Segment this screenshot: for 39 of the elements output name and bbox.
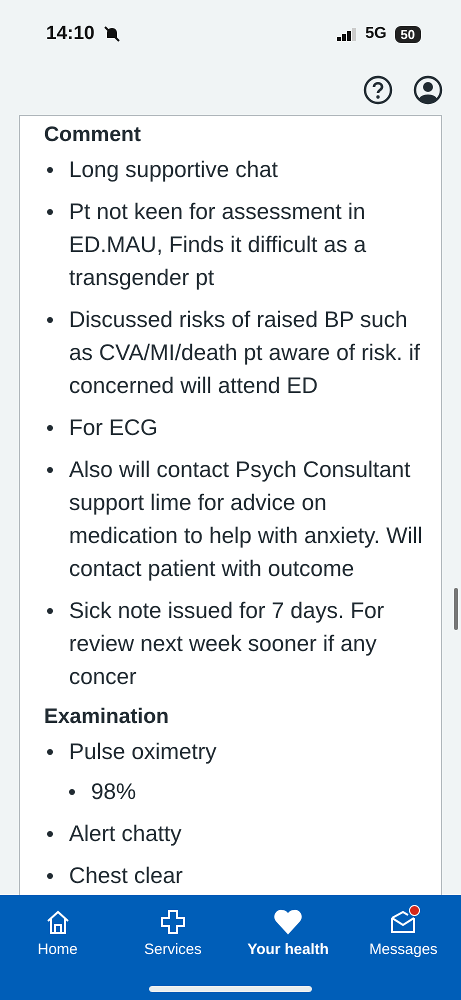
list-item-text: Pulse oximetry <box>69 738 217 766</box>
bullet-icon <box>47 467 53 473</box>
nav-label: Home <box>38 941 78 958</box>
scrollbar <box>454 588 458 630</box>
bullet-icon <box>47 317 53 323</box>
nav-label: Your health <box>247 941 329 958</box>
list-item-text: For ECG <box>69 414 158 442</box>
nav-label: Messages <box>369 941 438 958</box>
nav-tab[interactable]: Home <box>0 907 116 958</box>
bullet-icon <box>47 873 53 879</box>
bullet-icon <box>69 789 75 795</box>
bullet-icon <box>47 831 53 837</box>
bullet-icon <box>47 209 53 215</box>
nav-label: Services <box>144 941 202 958</box>
list-item-text: Alert chatty <box>69 820 182 848</box>
bullet-icon <box>47 608 53 614</box>
bullet-icon <box>47 425 53 431</box>
help-icon[interactable] <box>363 75 393 105</box>
network-label: 5G <box>365 25 387 43</box>
list-item-text: Also will contact Psych Consultant support lime for advice on medication to help with anxiety. Will contact patient with outcome <box>69 456 424 583</box>
list-item-text: Chest clear <box>69 862 183 890</box>
section-heading: Comment <box>44 122 142 148</box>
section-heading: Examination <box>44 704 170 730</box>
battery-level: 50 <box>394 26 421 42</box>
list-item-text: Sick note issued for 7 days. For review next week sooner if any concer <box>69 597 386 691</box>
signal-icon <box>337 28 358 40</box>
list-item-text: Discussed risks of raised BP such as CVA/MI/death pt aware of risk. if concerned will attend ED <box>69 306 421 400</box>
nav-tab[interactable]: Services <box>115 907 230 958</box>
nav-tab[interactable]: Messages <box>346 907 461 958</box>
list-item-text: Long supportive chat <box>69 156 278 184</box>
list-item-text: 98% <box>91 778 136 806</box>
list-item-text: Pt not keen for assessment in ED.MAU, Finds it difficult as a transgender pt <box>69 198 368 292</box>
heart-icon <box>273 907 304 937</box>
bell-off-icon <box>102 25 121 43</box>
bullet-icon <box>47 749 53 755</box>
status-time: 14:10 <box>46 23 95 45</box>
bullet-icon <box>47 167 53 173</box>
nav-tab[interactable]: Your health <box>230 907 346 958</box>
account-icon[interactable] <box>413 75 443 105</box>
